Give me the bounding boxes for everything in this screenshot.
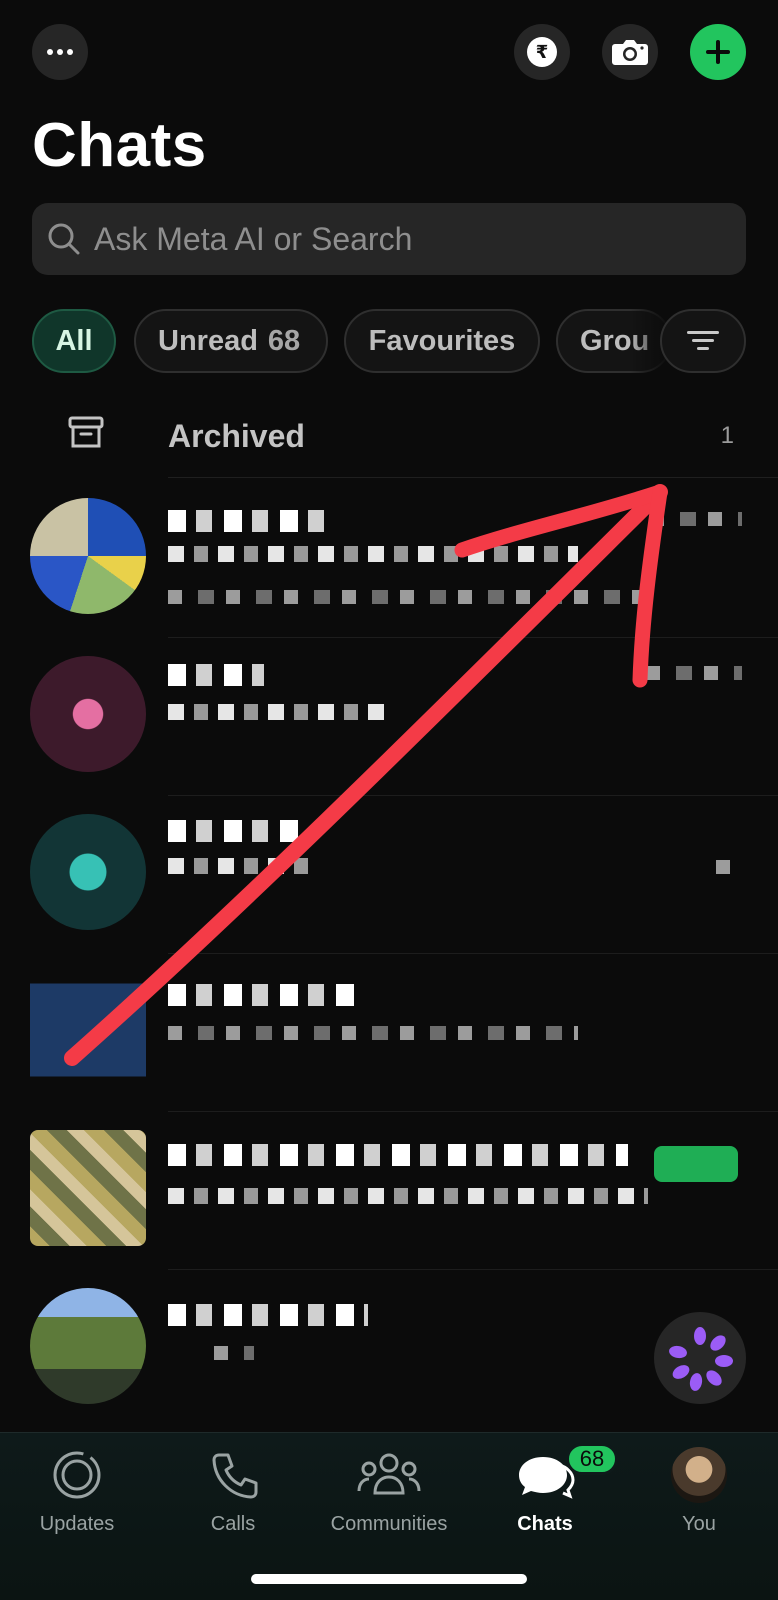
chat-avatar <box>30 972 146 1088</box>
chat-avatar <box>30 656 146 772</box>
chat-name-redacted <box>168 984 358 1006</box>
phone-icon <box>212 1453 258 1499</box>
profile-avatar <box>671 1447 727 1503</box>
home-indicator <box>251 1574 527 1584</box>
filter-lines-icon <box>687 331 719 350</box>
archived-count: 1 <box>720 422 734 449</box>
tab-chats-label: Chats <box>517 1513 573 1535</box>
more-options-button[interactable] <box>32 24 88 80</box>
chat-preview-redacted <box>168 1026 578 1040</box>
tab-chats[interactable]: 68 Chats <box>470 1443 620 1536</box>
chat-preview-redacted <box>168 590 648 604</box>
chat-preview-redacted <box>168 858 308 874</box>
divider <box>168 477 778 478</box>
chat-avatar <box>30 1288 146 1404</box>
payments-button[interactable]: ₹ <box>514 24 570 80</box>
filter-all-label: All <box>55 324 93 357</box>
filter-favourites-chip[interactable]: Favourites <box>344 309 540 373</box>
top-bar: ₹ <box>0 24 778 80</box>
archived-row[interactable]: Archived 1 <box>0 396 778 478</box>
meta-ai-button[interactable] <box>654 1312 746 1404</box>
filter-chips: All Unread 68 Favourites Grou <box>32 309 746 373</box>
chat-name-redacted <box>168 510 328 532</box>
chat-name-redacted <box>168 664 264 686</box>
chat-name-redacted <box>168 820 298 842</box>
tab-communities-label: Communities <box>330 1513 448 1535</box>
tab-communities[interactable]: Communities <box>314 1447 464 1536</box>
tab-you[interactable]: You <box>624 1447 774 1536</box>
plus-icon <box>706 40 730 64</box>
chats-unread-badge: 68 <box>566 1443 618 1475</box>
filter-all-chip[interactable]: All <box>32 309 116 373</box>
chat-list-item[interactable] <box>0 954 778 1112</box>
chat-list-item[interactable] <box>0 480 778 638</box>
camera-icon <box>612 40 648 65</box>
filter-unread-label: Unread <box>158 324 258 357</box>
unread-badge-redacted <box>654 1146 738 1182</box>
chat-list-item[interactable] <box>0 1112 778 1270</box>
more-horizontal-icon <box>47 49 73 55</box>
chat-list-item[interactable] <box>0 638 778 796</box>
chat-time-redacted <box>646 666 742 680</box>
rupee-icon: ₹ <box>527 37 557 67</box>
page-title: Chats <box>32 111 207 180</box>
chat-name-redacted <box>168 1304 368 1326</box>
communities-icon <box>357 1453 421 1495</box>
chat-list-item[interactable] <box>0 796 778 954</box>
archived-label: Archived <box>168 418 305 454</box>
chat-preview-redacted <box>168 704 388 720</box>
chat-avatar <box>30 1130 146 1246</box>
camera-button[interactable] <box>602 24 658 80</box>
search-icon <box>48 223 80 255</box>
filter-favourites-label: Favourites <box>368 324 516 357</box>
filter-unread-chip[interactable]: Unread 68 <box>134 309 328 373</box>
tab-you-label: You <box>682 1513 716 1535</box>
archive-box-icon <box>68 416 104 448</box>
chat-meta-redacted <box>716 860 740 874</box>
filter-unread-count: 68 <box>267 324 301 357</box>
search-placeholder: Ask Meta AI or Search <box>94 220 413 257</box>
search-input[interactable]: Ask Meta AI or Search <box>32 203 746 275</box>
tab-updates[interactable]: Updates <box>2 1447 152 1536</box>
chat-preview-redacted <box>168 546 578 562</box>
chat-preview-redacted <box>168 1188 648 1204</box>
chat-avatar <box>30 814 146 930</box>
meta-ai-icon <box>669 1327 733 1391</box>
tab-updates-label: Updates <box>39 1513 115 1535</box>
chat-preview-redacted <box>214 1346 254 1360</box>
chat-avatar <box>30 498 146 614</box>
tab-calls-label: Calls <box>210 1513 256 1535</box>
filter-options-button[interactable] <box>660 309 746 373</box>
chat-time-redacted <box>650 512 742 526</box>
new-chat-button[interactable] <box>690 24 746 80</box>
chat-name-redacted <box>168 1144 628 1166</box>
updates-icon <box>53 1451 101 1499</box>
tab-calls[interactable]: Calls <box>158 1447 308 1536</box>
